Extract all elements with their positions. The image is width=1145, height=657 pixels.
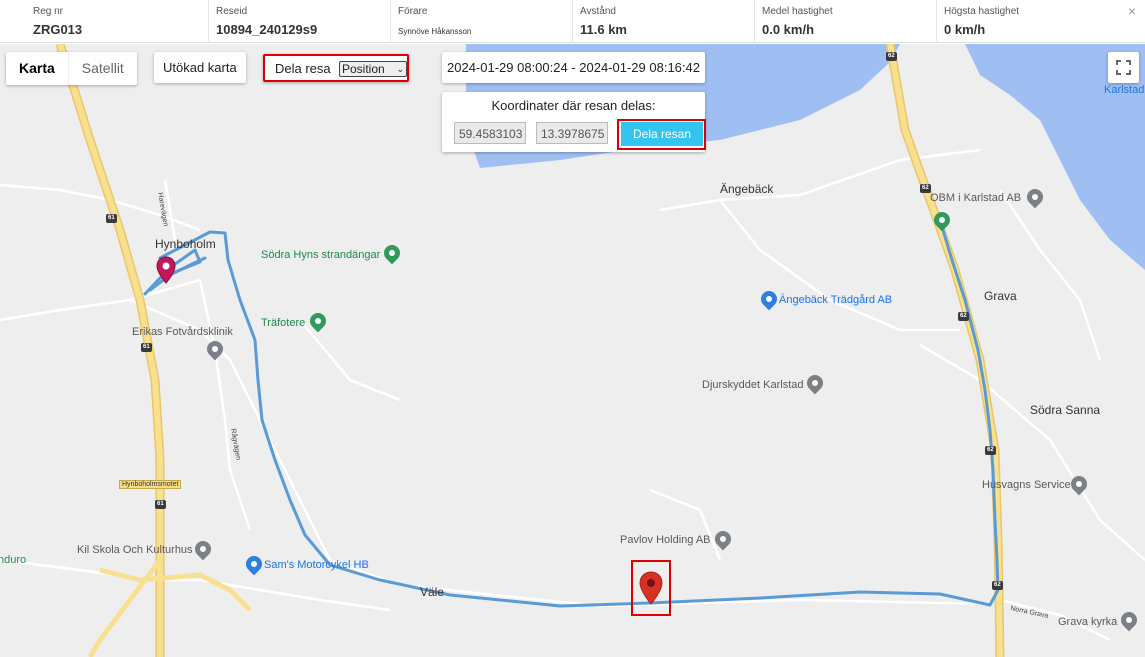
trip-id-value: 10894_240129s9	[216, 22, 318, 37]
poi-angebeck-tradgard-label: Ängebäck Trädgård AB	[779, 294, 893, 306]
avg-speed-column: Medel hastighet 0.0 km/h	[754, 0, 936, 43]
coordinate-panel-title: Koordinater där resan delas:	[491, 98, 656, 113]
poi-trafotere-label: Träfotere	[261, 317, 306, 329]
place-vale: Väle	[420, 585, 445, 599]
motet-label: Hynboholmsmotet	[119, 480, 182, 489]
avg-speed-label: Medel hastighet	[762, 6, 833, 17]
share-trip-button[interactable]: Dela resan	[621, 122, 703, 146]
road-62-shield: 62	[958, 312, 969, 321]
poi-obm-label: OBM i Karlstad AB	[930, 192, 1022, 204]
road-62-shield: 62	[985, 446, 996, 455]
max-speed-column: Högsta hastighet 0 km/h	[936, 0, 1116, 43]
distance-column: Avstånd 11.6 km	[572, 0, 754, 43]
road-61-shield: 61	[155, 500, 166, 509]
map-type-control: Karta Satellit	[6, 52, 137, 85]
road-61-shield: 61	[141, 343, 152, 352]
share-mode-select[interactable]: Position ⌄	[339, 61, 407, 77]
place-sodra-sanna: Södra Sanna	[1030, 403, 1101, 417]
map-canvas[interactable]: 61 61 61 62 62 62 62 62 Hynboholmsmotet …	[0, 44, 1145, 657]
poi-grava-kyrka-label: Grava kyrka	[1058, 616, 1118, 628]
coordinate-panel: Koordinater där resan delas: 59.4583103 …	[442, 92, 706, 152]
poi-husvagns-label: Husvagns Service	[982, 479, 1071, 491]
poi-sams-label: Sam's Motorcykel HB	[264, 559, 369, 571]
trip-period: 2024-01-29 08:00:24 - 2024-01-29 08:16:4…	[442, 52, 705, 83]
fullscreen-button[interactable]	[1108, 52, 1139, 83]
trip-start-marker-icon[interactable]	[156, 256, 176, 284]
chevron-down-icon: ⌄	[396, 64, 404, 74]
poi-erikas-label: Erikas Fotvårdsklinik	[132, 326, 233, 338]
place-grava: Grava	[984, 289, 1017, 303]
place-karlstad: Karlstad	[1104, 84, 1145, 96]
road-62-shield: 62	[886, 52, 897, 61]
road-61-shield: 61	[106, 214, 117, 223]
longitude-input[interactable]: 13.3978675	[536, 122, 608, 144]
avg-speed-value: 0.0 km/h	[762, 22, 815, 37]
share-trip-label: Dela resa	[275, 61, 331, 76]
max-speed-label: Högsta hastighet	[944, 6, 1020, 17]
poi-pavlov-label: Pavlov Holding AB	[620, 534, 711, 546]
distance-label: Avstånd	[580, 6, 616, 17]
distance-value: 11.6 km	[580, 22, 627, 37]
trip-column: Reseid 10894_240129s9	[208, 0, 390, 43]
place-hynboholm: Hynboholm	[155, 237, 216, 251]
driver-label: Förare	[398, 6, 428, 17]
trip-info-bar: Reg nr ZRG013 Reseid 10894_240129s9 Föra…	[0, 0, 1145, 43]
share-mode-value: Position	[342, 62, 385, 76]
fullscreen-icon	[1116, 60, 1131, 75]
extended-map-button[interactable]: Utökad karta	[154, 52, 246, 83]
place-angebeck: Ängebäck	[720, 182, 774, 196]
place-anduro: nduro	[0, 554, 27, 566]
driver-value: Synnöve Håkansson	[398, 27, 472, 36]
reg-column: Reg nr ZRG013	[26, 0, 208, 43]
close-icon[interactable]: ×	[1128, 3, 1136, 19]
reg-value: ZRG013	[33, 22, 83, 37]
latitude-input[interactable]: 59.4583103	[454, 122, 526, 144]
poi-kil-skola-label: Kil Skola Och Kulturhus	[77, 544, 193, 556]
tab-map[interactable]: Karta	[6, 52, 68, 85]
road-62-shield: 62	[992, 581, 1003, 590]
max-speed-value: 0 km/h	[944, 22, 986, 37]
poi-djurskyddet-label: Djurskyddet Karlstad	[702, 379, 804, 391]
trip-id-label: Reseid	[216, 6, 248, 17]
reg-label: Reg nr	[33, 6, 64, 17]
share-trip-control: Dela resa Position ⌄	[263, 54, 409, 82]
driver-column: Förare Synnöve Håkansson	[390, 0, 572, 43]
split-marker-highlight	[631, 560, 671, 616]
tab-satellite[interactable]: Satellit	[67, 52, 137, 85]
poi-strandangar-label: Södra Hyns strandängar	[261, 249, 381, 261]
